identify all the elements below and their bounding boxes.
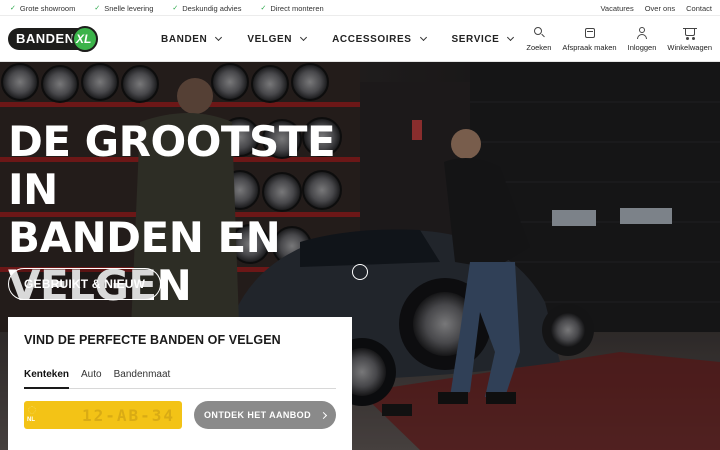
- usp-bar: ✓ Grote showroom ✓ Snelle levering ✓ Deskun…: [0, 0, 720, 16]
- tab-bandenmaat[interactable]: Bandenmaat: [114, 369, 171, 389]
- user-icon: [635, 26, 649, 40]
- eu-stars-icon: [28, 406, 36, 414]
- nav-label: VELGEN: [247, 33, 293, 45]
- logo-text: BANDEN: [16, 31, 75, 46]
- action-label: Inloggen: [627, 43, 657, 52]
- usp-list: ✓ Grote showroom ✓ Snelle levering ✓ Deskun…: [10, 0, 343, 16]
- hero-title-line: DE GROOTSTE IN: [8, 117, 336, 214]
- cart-button[interactable]: Winkelwagen: [667, 26, 712, 52]
- finder-tabs: Kenteken Auto Bandenmaat: [24, 369, 336, 389]
- nav-label: SERVICE: [451, 33, 500, 45]
- cta-label: ONTDEK HET AANBOD: [204, 410, 311, 420]
- check-icon: ✓: [260, 5, 267, 12]
- logo-badge-text: XL: [76, 32, 92, 46]
- link-over-ons[interactable]: Over ons: [645, 4, 675, 13]
- check-icon: ✓: [94, 5, 101, 12]
- product-finder: VIND DE PERFECTE BANDEN OF VELGEN Kentek…: [8, 317, 352, 450]
- chevron-down-icon: [507, 33, 515, 42]
- usp-label: Direct monteren: [270, 3, 324, 13]
- appointment-icon: [583, 26, 597, 40]
- site-logo[interactable]: BANDEN XL: [8, 26, 98, 52]
- nav-label: BANDEN: [161, 33, 208, 45]
- action-label: Zoeken: [526, 43, 552, 52]
- check-icon: ✓: [172, 5, 179, 12]
- license-plate-input[interactable]: [24, 401, 182, 429]
- nav-service[interactable]: SERVICE: [451, 33, 515, 45]
- license-plate-field: NL: [24, 401, 182, 429]
- chevron-down-icon: [300, 33, 308, 42]
- site-header: BANDEN XL BANDEN VELGEN ACCESSOIRES SERV…: [0, 16, 720, 62]
- tab-auto[interactable]: Auto: [81, 369, 102, 389]
- action-label: Winkelwagen: [667, 43, 712, 52]
- finder-title: VIND DE PERFECTE BANDEN OF VELGEN: [24, 333, 281, 347]
- link-vacatures[interactable]: Vacatures: [600, 4, 633, 13]
- chevron-right-icon: [319, 411, 328, 419]
- nav-velgen[interactable]: VELGEN: [247, 33, 308, 45]
- cart-icon: [682, 26, 697, 40]
- main-nav: BANDEN VELGEN ACCESSOIRES SERVICE: [161, 16, 539, 62]
- header-actions: Zoeken Afspraak maken Inloggen Winkelwag…: [515, 16, 712, 62]
- hero-banner: DE GROOTSTE IN BANDEN EN VELGEN GEBRUIKT…: [0, 62, 720, 450]
- usp-item: ✓ Deskundig advies: [172, 4, 241, 13]
- plate-country: NL: [27, 417, 35, 423]
- link-contact[interactable]: Contact: [686, 4, 712, 13]
- chevron-down-icon: [419, 33, 427, 42]
- usp-item: ✓ Grote showroom: [10, 4, 75, 13]
- tab-kenteken[interactable]: Kenteken: [24, 369, 70, 389]
- video-indicator-icon[interactable]: [352, 264, 368, 280]
- nav-banden[interactable]: BANDEN: [161, 33, 223, 45]
- action-label: Afspraak maken: [562, 43, 617, 52]
- hero-title-line: BANDEN EN: [8, 213, 281, 262]
- search-icon: [532, 26, 546, 40]
- usp-label: Snelle levering: [104, 3, 154, 13]
- usp-label: Grote showroom: [19, 3, 76, 13]
- discover-offer-button[interactable]: ONTDEK HET AANBOD: [194, 401, 336, 429]
- chevron-down-icon: [215, 33, 223, 42]
- usp-item: ✓ Direct monteren: [260, 4, 323, 13]
- login-button[interactable]: Inloggen: [627, 26, 657, 52]
- usp-item: ✓ Snelle levering: [94, 4, 153, 13]
- nav-label: ACCESSOIRES: [332, 33, 412, 45]
- nav-accessoires[interactable]: ACCESSOIRES: [332, 33, 427, 45]
- search-button[interactable]: Zoeken: [526, 26, 551, 52]
- top-links: Vacatures Over ons Contact: [589, 0, 712, 16]
- used-new-button[interactable]: GEBRUIKT & NIEUW: [8, 268, 162, 300]
- appointment-button[interactable]: Afspraak maken: [562, 26, 617, 52]
- usp-label: Deskundig advies: [182, 3, 242, 13]
- check-icon: ✓: [10, 5, 16, 12]
